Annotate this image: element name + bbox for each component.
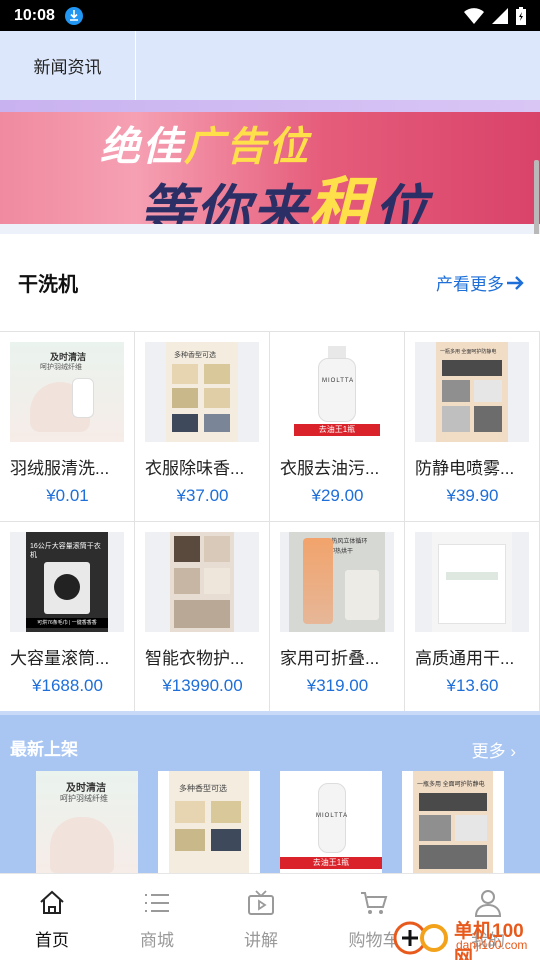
product-price: ¥0.01 [46,486,89,505]
product-name: 高质通用干... [415,649,515,668]
product-name: 衣服除味香... [145,459,245,478]
product-grid: 及时清洁 呵护羽绒纤维 羽绒服清洗... ¥0.01 多种香型可选 衣服除味香.… [0,331,540,712]
product-image [415,532,529,632]
thumb-caption: 多种香型可选 [174,352,216,359]
download-icon [64,6,83,25]
product-image: 16公斤大容量滚筒干衣机 可烘76条毛巾 | 一键香香香 [10,532,124,632]
latest-title: 最新上架 [10,740,78,759]
nav-mall[interactable]: 商城 [105,874,209,960]
thumb-caption: 一瓶多用 全面呵护防静电 [417,782,485,788]
watermark-logo-icon [393,921,448,955]
product-price: ¥39.90 [446,486,499,505]
status-time: 10:08 [14,6,55,24]
watermark-url: danji100.com [456,938,528,952]
cart-icon [361,892,388,914]
product-card[interactable]: 智能衣物护... ¥13990.00 [135,522,270,712]
product-image: 多种香型可选 [145,342,259,442]
thumb-caption: 呵护羽绒纤维 [60,794,108,803]
product-price: ¥37.00 [176,486,229,505]
list-icon [145,894,169,912]
thumb-caption: 及时清洁 [66,783,106,794]
tab-news[interactable]: 新闻资讯 [0,31,136,100]
ad-banner[interactable]: 绝佳广告位 等你来租位 [0,100,540,224]
thumb-caption: MIOLTTA [322,378,355,384]
nav-explain-label: 讲解 [244,931,278,950]
category-tab-strip: 新闻资讯 [0,31,540,100]
product-name: 羽绒服清洗... [10,459,110,478]
banner-text-e: 位 [374,181,430,224]
tv-icon [248,890,274,915]
more-link-label: 产看更多 [436,275,504,294]
product-card[interactable]: 16公斤大容量滚筒干衣机 可烘76条毛巾 | 一键香香香 大容量滚筒... ¥1… [0,522,135,712]
banner-line2: 等你来租位 [140,156,430,224]
product-image: 360°热风立体循环 即热烘干 [280,532,394,632]
thumb-tag: 去油王1瓶 [294,424,380,436]
more-link[interactable]: 产看更多 [436,270,524,295]
nav-home-label: 首页 [35,931,69,950]
banner-top-strip [0,100,540,112]
thumb-caption: 多种香型可选 [179,784,227,793]
thumb-caption: 一瓶多用 全面呵护防静电 [440,349,497,355]
thumb-tag: 去油王1瓶 [280,857,382,869]
banner-text-c: 等你来 [140,181,308,224]
product-image [145,532,259,632]
product-name: 大容量滚筒... [10,649,110,668]
nav-home[interactable]: 首页 [0,874,104,960]
home-icon [40,890,64,914]
thumb-caption: 16公斤大容量滚筒干衣机 [30,543,101,559]
product-price: ¥29.00 [311,486,364,505]
product-price: ¥1688.00 [32,676,103,695]
product-image: 一瓶多用 全面呵护防静电 [415,342,529,442]
latest-item[interactable]: MIOLTTA 去油王1瓶 [280,771,382,873]
product-card[interactable]: 360°热风立体循环 即热烘干 家用可折叠... ¥319.00 [270,522,405,712]
nav-mall-label: 商城 [140,931,174,950]
product-name: 智能衣物护... [145,649,245,668]
product-price: ¥13990.00 [162,676,243,695]
latest-section: 最新上架 更多 › 及时清洁 呵护羽绒纤维 多种香型可选 MIOLTTA 去油王… [0,711,540,873]
section-title: 干洗机 [18,274,78,296]
battery-icon [516,6,526,25]
chevron-right-icon: › [510,742,516,761]
latest-item[interactable]: 多种香型可选 [158,771,260,873]
latest-more-link[interactable]: 更多 › [472,737,516,762]
thumb-caption: 呵护羽绒纤维 [40,364,82,371]
latest-item[interactable]: 及时清洁 呵护羽绒纤维 [36,771,138,873]
product-card[interactable]: 高质通用干... ¥13.60 [405,522,540,712]
product-card[interactable]: MIOLTTA 去油王1瓶 衣服去油污... ¥29.00 [270,332,405,522]
banner-text-d: 租 [308,171,374,224]
latest-item[interactable]: 一瓶多用 全面呵护防静电 [402,771,504,873]
product-price: ¥13.60 [446,676,499,695]
product-card[interactable]: 多种香型可选 衣服除味香... ¥37.00 [135,332,270,522]
signal-icon [492,7,508,24]
section-header: 干洗机 产看更多 [0,234,540,331]
arrow-right-icon [507,275,524,290]
thumb-tag: 可烘76条毛巾 | 一键香香香 [26,618,108,628]
site-watermark: 单机100网 danji100.com [390,914,540,960]
product-name: 防静电喷雾... [415,459,515,478]
thumb-caption: MIOLTTA [316,813,349,819]
product-name: 家用可折叠... [280,649,380,668]
status-bar: 10:08 [0,0,540,31]
wifi-icon [464,7,484,24]
product-image: 及时清洁 呵护羽绒纤维 [10,342,124,442]
product-name: 衣服去油污... [280,459,380,478]
product-card[interactable]: 一瓶多用 全面呵护防静电 防静电喷雾... ¥39.90 [405,332,540,522]
nav-explain[interactable]: 讲解 [209,874,313,960]
latest-more-label: 更多 [471,742,506,761]
product-price: ¥319.00 [306,676,369,695]
banner-divider [0,224,540,234]
product-card[interactable]: 及时清洁 呵护羽绒纤维 羽绒服清洗... ¥0.01 [0,332,135,522]
product-image: MIOLTTA 去油王1瓶 [280,342,394,442]
